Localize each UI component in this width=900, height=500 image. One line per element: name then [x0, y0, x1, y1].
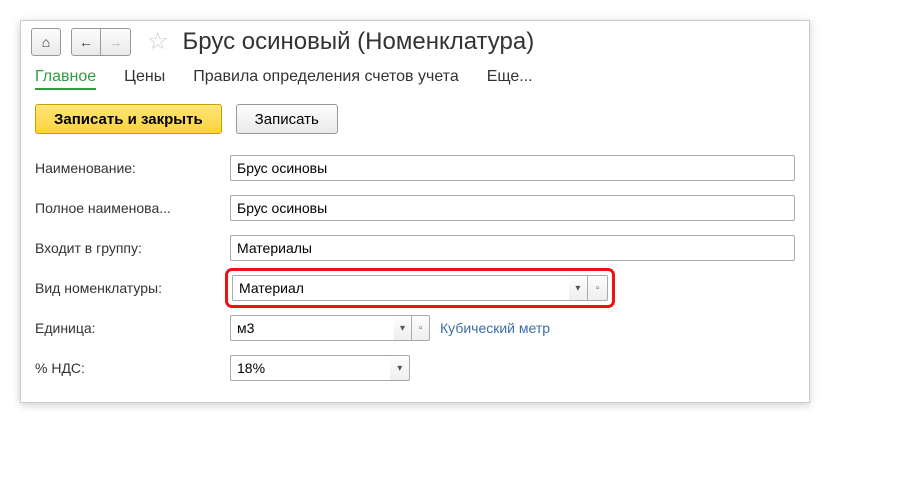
row-unit: Единица: ▾ ▫ Кубический метр [35, 308, 795, 348]
row-vat: % НДС: ▾ [35, 348, 795, 388]
row-fullname: Полное наименова... [35, 188, 795, 228]
kind-dropdown-button[interactable]: ▾ [569, 275, 589, 301]
label-group: Входит в группу: [35, 240, 230, 256]
chevron-down-icon: ▾ [575, 283, 580, 294]
save-button[interactable]: Записать [236, 104, 338, 134]
vat-combo: ▾ [230, 355, 410, 381]
name-input[interactable] [230, 155, 795, 181]
vat-dropdown-button[interactable]: ▾ [390, 355, 410, 381]
tab-more[interactable]: Еще... [487, 68, 533, 90]
star-icon[interactable]: ☆ [147, 27, 169, 56]
row-group: Входит в группу: [35, 228, 795, 268]
kind-open-button[interactable]: ▫ [588, 275, 608, 301]
label-name: Наименование: [35, 160, 230, 176]
unit-combo: ▾ ▫ [230, 315, 430, 341]
open-icon: ▫ [419, 323, 423, 334]
form: Наименование: Полное наименова... Входит… [21, 148, 809, 402]
toolbar: Записать и закрыть Записать [21, 100, 809, 148]
tab-rules[interactable]: Правила определения счетов учета [193, 68, 459, 90]
vat-input[interactable] [230, 355, 390, 381]
home-button[interactable]: ⌂ [31, 28, 61, 56]
kind-highlight: ▾ ▫ [230, 273, 610, 303]
label-fullname: Полное наименова... [35, 200, 230, 216]
save-close-button[interactable]: Записать и закрыть [35, 104, 222, 134]
nav-group: ← → [71, 28, 131, 56]
fullname-input[interactable] [230, 195, 795, 221]
home-icon: ⌂ [42, 34, 50, 50]
forward-icon: → [109, 34, 123, 50]
label-kind: Вид номенклатуры: [35, 280, 230, 296]
open-icon: ▫ [596, 283, 600, 294]
row-kind: Вид номенклатуры: ▾ ▫ [35, 268, 795, 308]
row-name: Наименование: [35, 148, 795, 188]
label-unit: Единица: [35, 320, 230, 336]
page-title: Брус осиновый (Номенклатура) [183, 28, 535, 56]
tab-prices[interactable]: Цены [124, 68, 165, 90]
back-button[interactable]: ← [71, 28, 101, 56]
label-vat: % НДС: [35, 360, 230, 376]
forward-button[interactable]: → [101, 28, 131, 56]
group-input[interactable] [230, 235, 795, 261]
window-header: ⌂ ← → ☆ Брус осиновый (Номенклатура) [21, 21, 809, 62]
chevron-down-icon: ▾ [400, 323, 405, 334]
unit-input[interactable] [230, 315, 394, 341]
tab-main[interactable]: Главное [35, 68, 96, 90]
unit-open-button[interactable]: ▫ [412, 315, 430, 341]
chevron-down-icon: ▾ [397, 363, 402, 374]
tab-bar: Главное Цены Правила определения счетов … [21, 62, 809, 100]
nomenclature-window: ⌂ ← → ☆ Брус осиновый (Номенклатура) Гла… [20, 20, 810, 403]
kind-input[interactable] [232, 275, 569, 301]
kind-combo: ▾ ▫ [232, 275, 608, 301]
back-icon: ← [79, 34, 93, 50]
unit-full-link[interactable]: Кубический метр [440, 320, 550, 336]
unit-dropdown-button[interactable]: ▾ [394, 315, 412, 341]
